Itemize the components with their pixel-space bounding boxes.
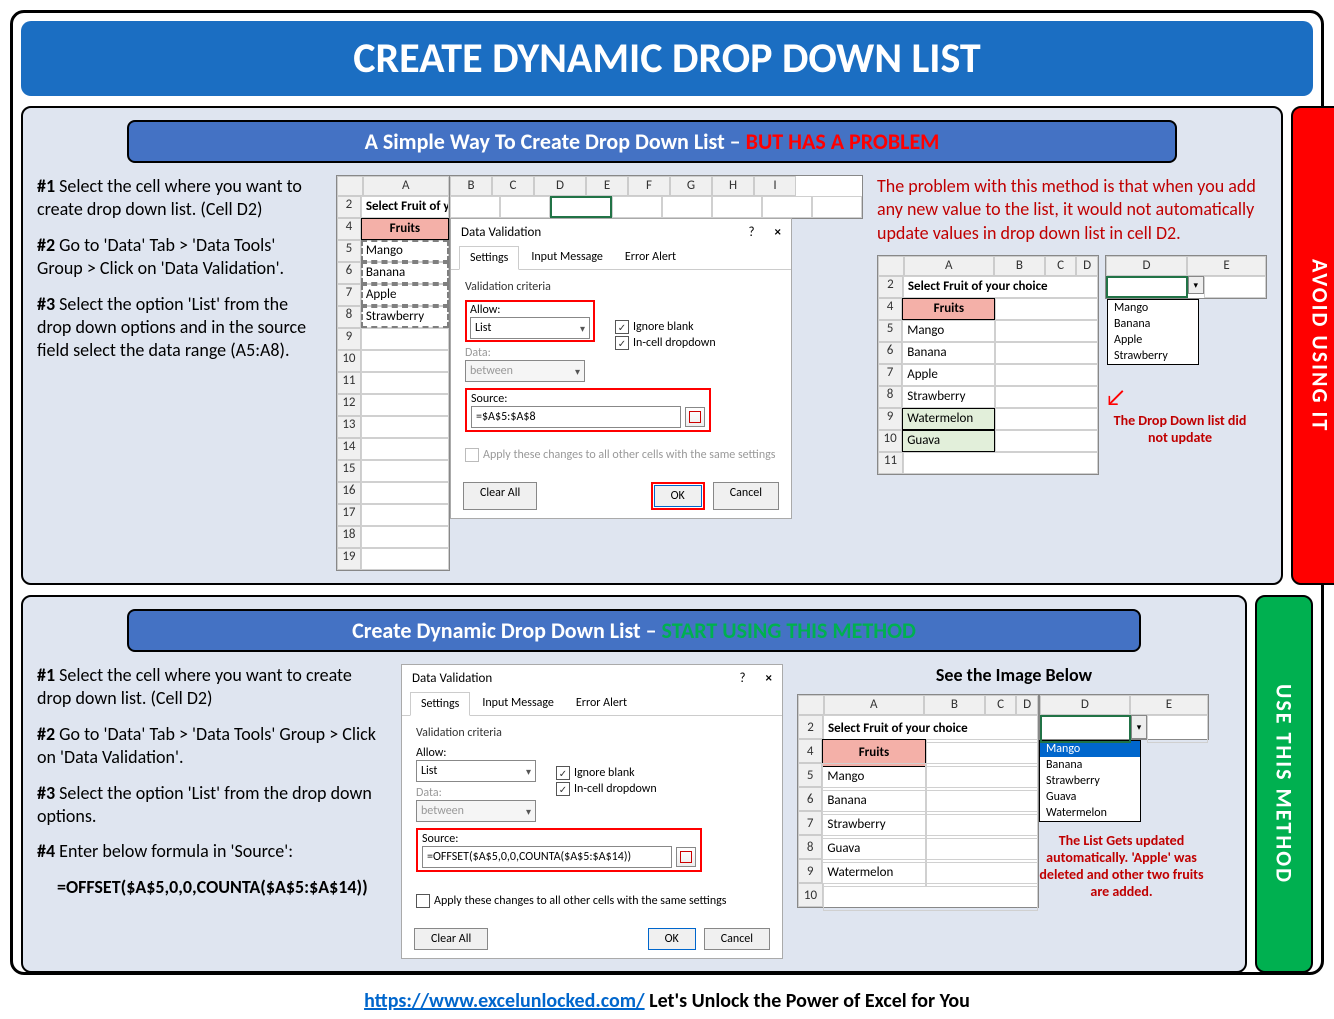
tab-settings[interactable]: Settings bbox=[459, 246, 519, 270]
clear-all-button[interactable]: Clear All bbox=[414, 928, 488, 950]
cancel-button[interactable]: Cancel bbox=[713, 482, 779, 510]
section2-steps: #1 Select the cell where you want to cre… bbox=[37, 664, 387, 959]
page-title: CREATE DYNAMIC DROP DOWN LIST bbox=[21, 21, 1313, 96]
arrow-icon: ↙ bbox=[1105, 383, 1126, 412]
close-icon[interactable]: × bbox=[775, 225, 781, 240]
ok-button[interactable]: OK bbox=[654, 485, 702, 507]
ignore-blank-checkbox[interactable]: ✓ bbox=[556, 766, 570, 780]
incell-dropdown-checkbox[interactable]: ✓ bbox=[615, 336, 629, 350]
source-input[interactable]: =OFFSET($A$5,0,0,COUNTA($A$5:$A$14)) bbox=[422, 846, 672, 868]
section2-header: Create Dynamic Drop Down List – START US… bbox=[127, 609, 1141, 652]
tab-input-message[interactable]: Input Message bbox=[521, 246, 613, 269]
range-select-icon[interactable] bbox=[676, 847, 696, 867]
side-tab-avoid: AVOID USING IT bbox=[1291, 106, 1334, 585]
allow-combo[interactable]: List▾ bbox=[416, 760, 536, 782]
data-combo: between▾ bbox=[416, 800, 536, 822]
section1-steps: #1 Select the cell where you want to cre… bbox=[37, 175, 322, 571]
allow-combo[interactable]: List▾ bbox=[470, 317, 590, 339]
chevron-down-icon: ▾ bbox=[580, 322, 585, 335]
section1-header: A Simple Way To Create Drop Down List – … bbox=[127, 120, 1177, 163]
ok-button[interactable]: OK bbox=[648, 928, 696, 950]
dropdown-list-solution[interactable]: Mango Banana Strawberry Guava Watermelon bbox=[1039, 740, 1141, 822]
source-input[interactable]: =$A$5:$A$8 bbox=[471, 406, 681, 428]
ignore-blank-checkbox[interactable]: ✓ bbox=[615, 320, 629, 334]
excel-dropdown-solution: DE ▾ bbox=[1039, 694, 1209, 740]
dialog-title: Data Validation bbox=[461, 225, 541, 240]
incell-dropdown-checkbox[interactable]: ✓ bbox=[556, 782, 570, 796]
chevron-down-icon: ▾ bbox=[526, 765, 531, 778]
excel-grid-problem: ABCD 2Select Fruit of your choice 4Fruit… bbox=[877, 255, 1099, 475]
data-validation-dialog-1: Data Validation ?× Settings Input Messag… bbox=[450, 218, 792, 519]
cancel-button[interactable]: Cancel bbox=[704, 928, 770, 950]
excel-col-headers-1: BCDEFGHI bbox=[450, 175, 863, 219]
dropdown-list-problem[interactable]: Mango Banana Apple Strawberry bbox=[1107, 299, 1199, 365]
tab-error-alert[interactable]: Error Alert bbox=[615, 246, 686, 269]
offset-formula: =OFFSET($A$5,0,0,COUNTA($A$5:$A$14)) bbox=[57, 876, 387, 899]
data-combo: between▾ bbox=[465, 360, 585, 382]
range-select-icon[interactable] bbox=[685, 407, 705, 427]
close-icon[interactable]: × bbox=[766, 671, 772, 686]
dropdown-toggle[interactable]: ▾ bbox=[1131, 715, 1147, 739]
excel-dropdown-problem: DE ▾ bbox=[1105, 255, 1267, 299]
dropdown-toggle[interactable]: ▾ bbox=[1188, 276, 1204, 294]
data-validation-dialog-2: Data Validation ?× Settings Input Messag… bbox=[401, 664, 783, 959]
tab-settings[interactable]: Settings bbox=[410, 692, 470, 716]
tab-error-alert[interactable]: Error Alert bbox=[566, 692, 637, 715]
solution-annotation: The List Gets updated automatically. 'Ap… bbox=[1039, 832, 1204, 900]
excel-grid-1: A 2Select Fruit of your choice 4Fruits 5… bbox=[336, 175, 450, 571]
tab-input-message[interactable]: Input Message bbox=[472, 692, 564, 715]
side-tab-use: USE THIS METHOD bbox=[1255, 595, 1313, 973]
problem-annotation: The Drop Down list did not update bbox=[1105, 412, 1255, 446]
see-image-below: See the Image Below bbox=[797, 664, 1231, 686]
clear-all-button[interactable]: Clear All bbox=[463, 482, 537, 510]
excel-grid-solution: ABCD 2Select Fruit of your choice 4Fruit… bbox=[797, 694, 1039, 908]
section1-problem: The problem with this method is that whe… bbox=[877, 175, 1267, 245]
footer: https://www.excelunlocked.com/ Let's Unl… bbox=[21, 983, 1313, 1019]
